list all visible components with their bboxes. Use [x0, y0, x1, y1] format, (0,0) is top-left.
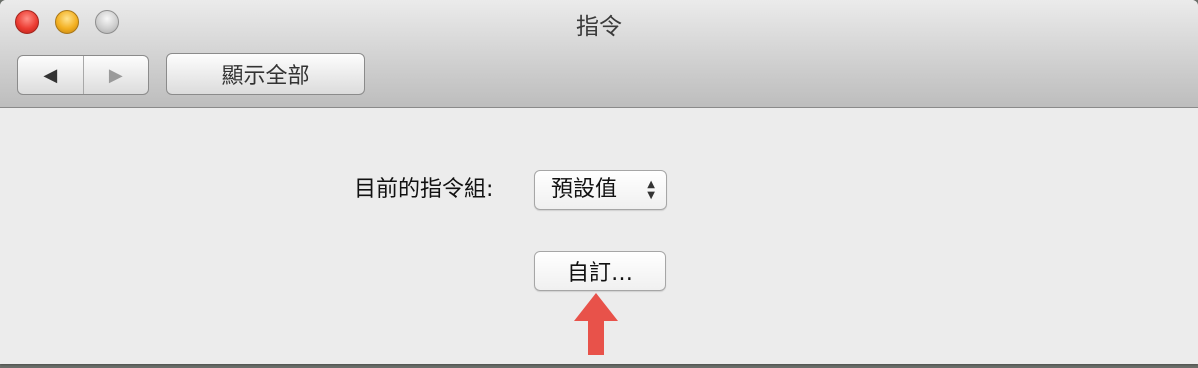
show-all-button[interactable]: 顯示全部: [166, 53, 365, 95]
preferences-window: 指令 ◀ ▶ 顯示全部 目前的指令組: 預設值 ▲ ▼ 自訂…: [0, 0, 1198, 364]
updown-chevron-icon: ▲ ▼: [647, 179, 655, 201]
command-set-popup[interactable]: 預設值 ▲ ▼: [534, 170, 667, 210]
forward-arrow-icon: ▶: [108, 64, 123, 86]
title-toolbar: 指令 ◀ ▶ 顯示全部: [0, 0, 1198, 108]
red-up-arrow-icon: [574, 293, 618, 355]
command-set-label: 目前的指令組:: [354, 177, 494, 202]
forward-button[interactable]: ▶: [84, 56, 149, 94]
back-arrow-icon: ◀: [43, 64, 58, 86]
navigation-segment: ◀ ▶: [17, 55, 149, 95]
customize-button[interactable]: 自訂…: [534, 251, 666, 291]
back-button[interactable]: ◀: [18, 56, 84, 94]
command-set-value: 預設值: [551, 177, 618, 202]
window-title: 指令: [576, 14, 622, 40]
